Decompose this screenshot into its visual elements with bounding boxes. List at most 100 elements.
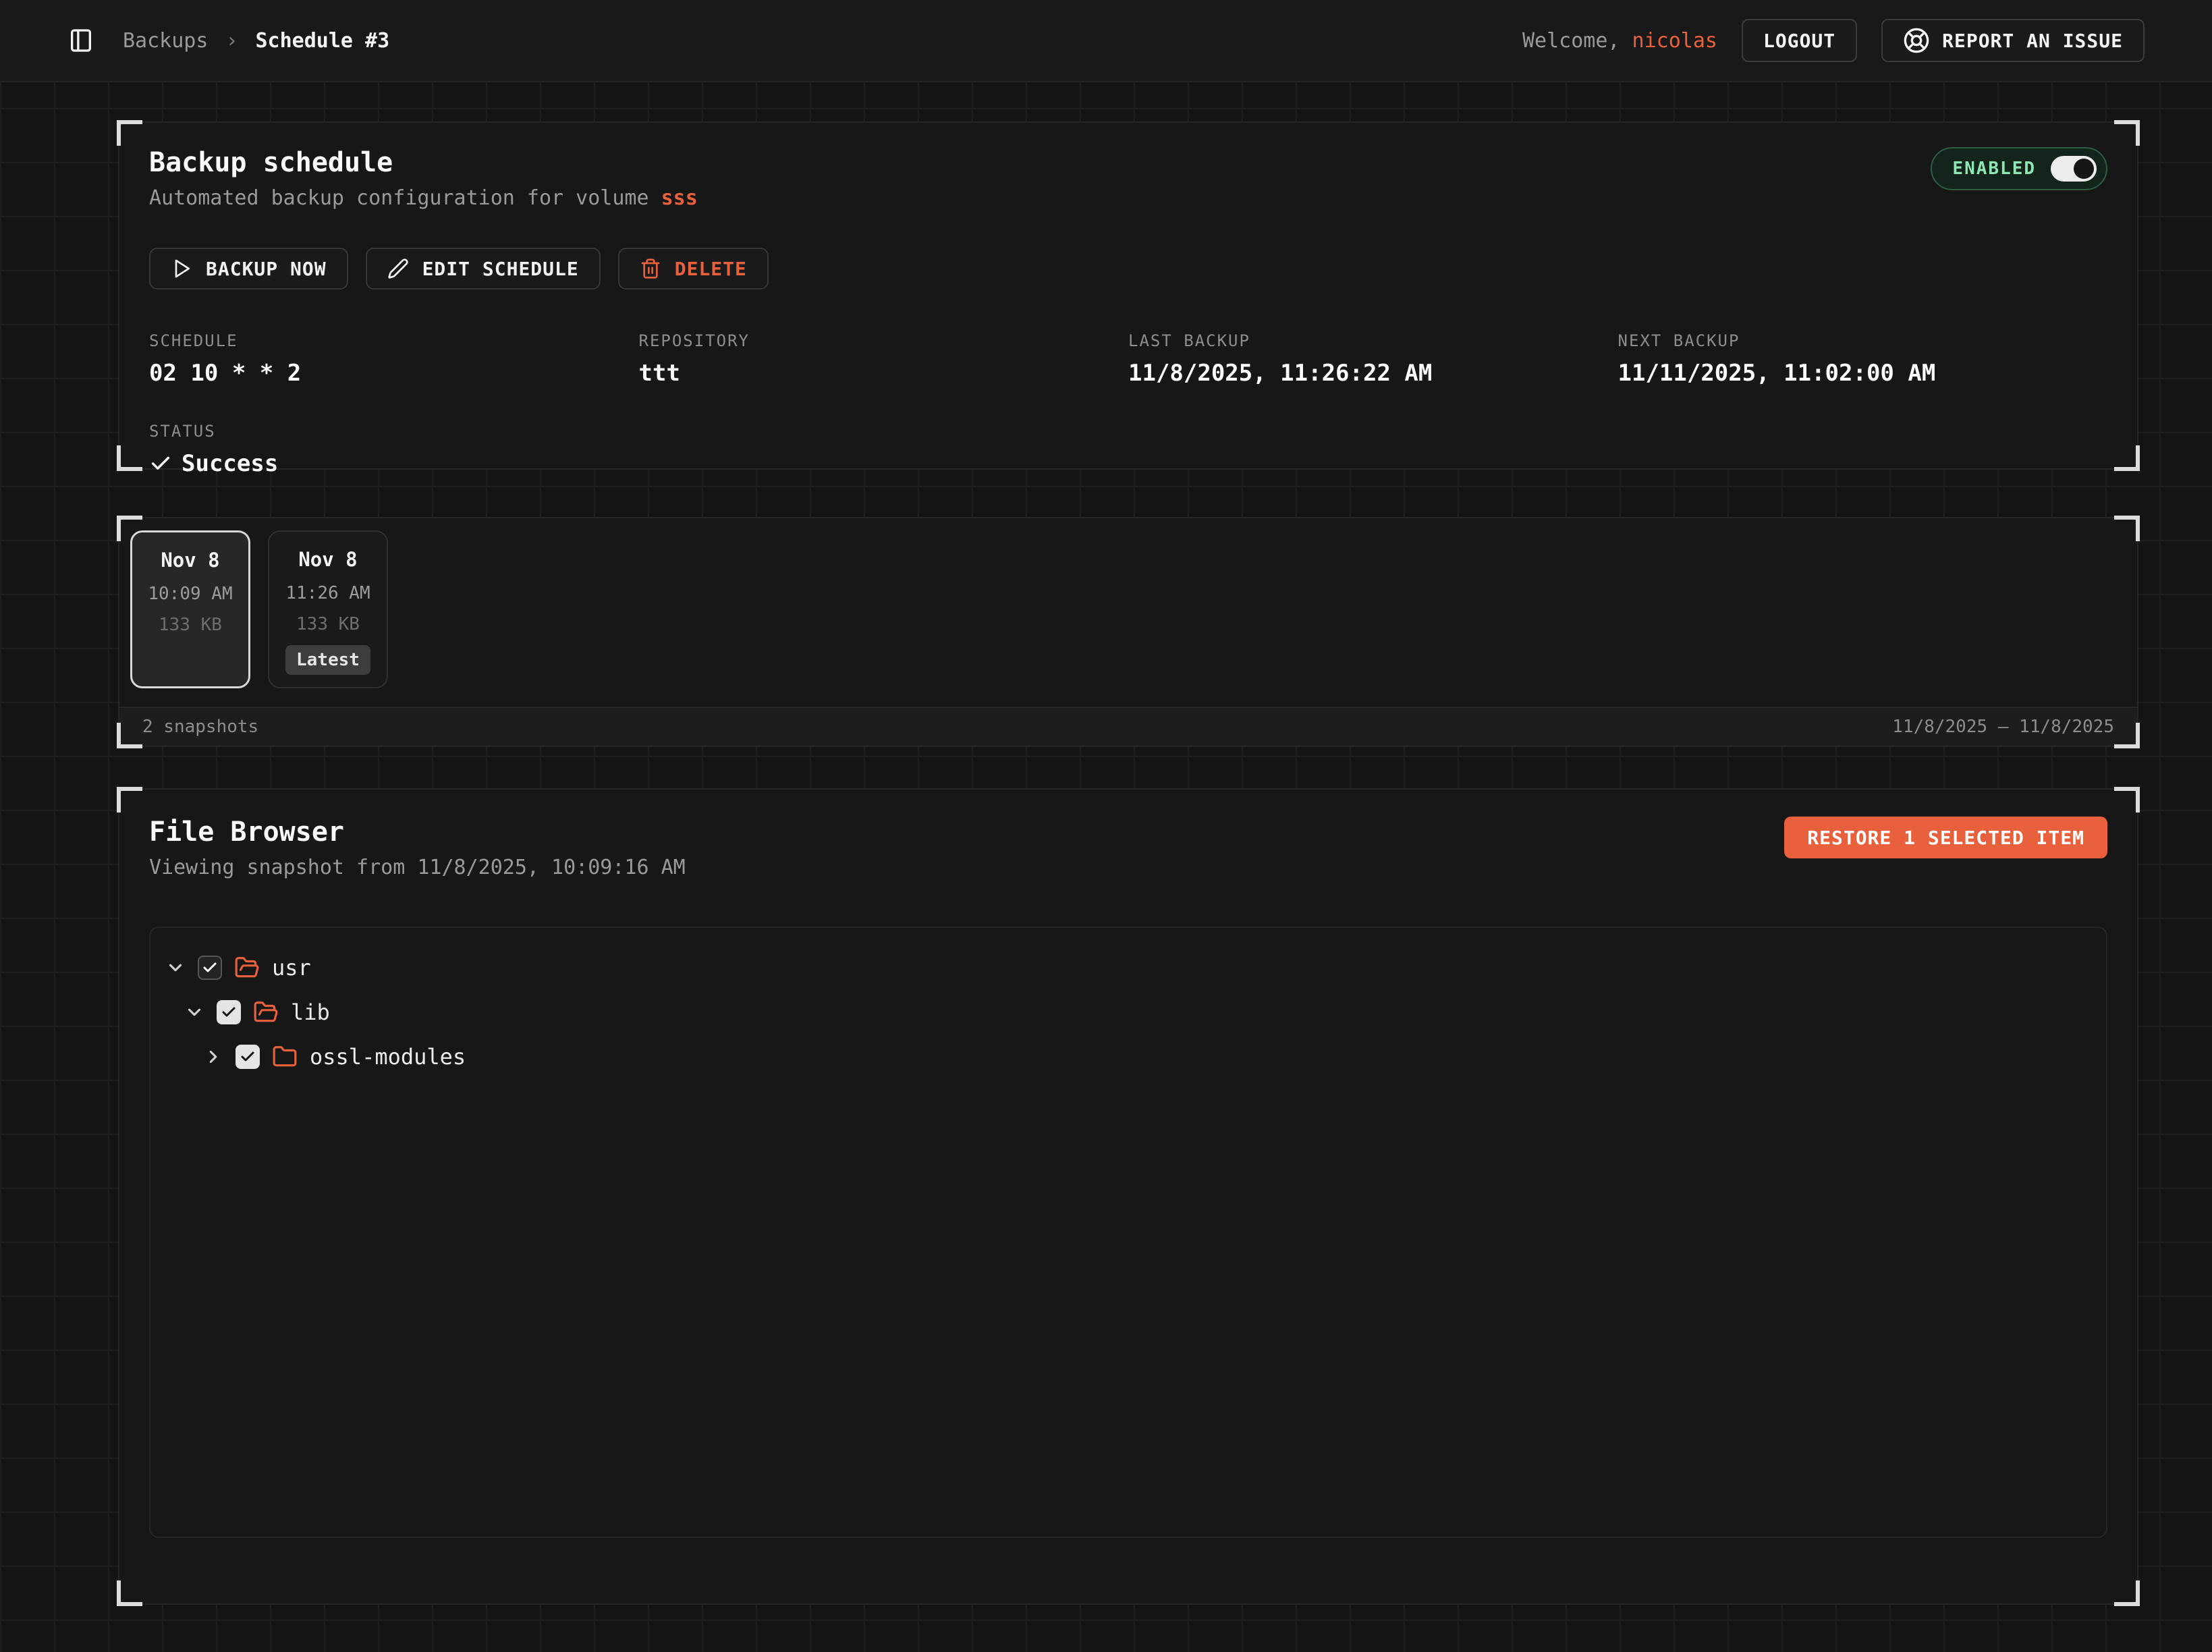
chevron-down-icon[interactable] xyxy=(165,958,186,978)
corner-bracket xyxy=(2114,1580,2140,1606)
snapshot-time: 11:26 AM xyxy=(269,583,387,603)
username: nicolas xyxy=(1632,29,1717,53)
panel-title: Backup schedule xyxy=(149,147,2107,178)
snapshot-range: 11/8/2025 – 11/8/2025 xyxy=(1892,717,2114,737)
edit-schedule-button[interactable]: EDIT SCHEDULE xyxy=(366,248,601,290)
report-issue-button[interactable]: REPORT AN ISSUE xyxy=(1881,19,2145,62)
corner-bracket xyxy=(2114,723,2140,748)
tree-row-ossl-modules: ossl-modules xyxy=(165,1035,2091,1079)
chevron-right-icon[interactable] xyxy=(203,1047,223,1067)
checkbox-ossl-modules[interactable] xyxy=(236,1045,260,1069)
snapshot-date: Nov 8 xyxy=(269,548,387,571)
field-next-backup: NEXT BACKUP 11/11/2025, 11:02:00 AM xyxy=(1618,331,2108,387)
pencil-icon xyxy=(387,258,409,279)
field-label: STATUS xyxy=(149,422,639,441)
tree-label[interactable]: lib xyxy=(291,999,330,1025)
snapshot-size: 133 KB xyxy=(269,614,387,634)
breadcrumb-backups[interactable]: Backups xyxy=(123,29,208,53)
panel-subtitle: Automated backup configuration for volum… xyxy=(149,186,2107,210)
field-value: 02 10 * * 2 xyxy=(149,360,639,387)
tree-label[interactable]: usr xyxy=(272,955,311,981)
schedule-fields: SCHEDULE 02 10 * * 2 REPOSITORY ttt LAST… xyxy=(149,331,2107,477)
field-value: 11/8/2025, 11:26:22 AM xyxy=(1128,360,1618,387)
corner-bracket xyxy=(117,445,142,471)
logout-label: LOGOUT xyxy=(1763,30,1835,52)
top-bar: Backups › Schedule #3 Welcome, nicolas L… xyxy=(0,0,2212,82)
latest-badge: Latest xyxy=(285,645,370,675)
file-browser-title: File Browser xyxy=(149,817,686,848)
file-tree: usr lib ossl-modules xyxy=(149,927,2107,1538)
status-text: Success xyxy=(182,450,278,477)
field-label: SCHEDULE xyxy=(149,331,639,350)
sidebar-toggle-button[interactable] xyxy=(67,27,94,54)
snapshot-size: 133 KB xyxy=(132,615,248,635)
snapshot-cards: Nov 8 10:09 AM 133 KB Nov 8 11:26 AM 133… xyxy=(130,530,2126,688)
delete-button[interactable]: DELETE xyxy=(618,248,769,290)
report-issue-label: REPORT AN ISSUE xyxy=(1942,30,2123,52)
corner-bracket xyxy=(117,120,142,146)
breadcrumb-current: Schedule #3 xyxy=(256,29,390,53)
folder-open-icon xyxy=(234,955,260,981)
tree-row-usr: usr xyxy=(165,945,2091,990)
toggle-knob xyxy=(2074,159,2094,179)
restore-button[interactable]: RESTORE 1 SELECTED ITEM xyxy=(1784,817,2107,858)
corner-bracket xyxy=(2114,516,2140,541)
corner-bracket xyxy=(117,723,142,748)
corner-bracket xyxy=(117,1580,142,1606)
field-value: ttt xyxy=(639,360,1129,387)
folder-closed-icon xyxy=(272,1044,298,1070)
enabled-label: ENABLED xyxy=(1952,159,2036,179)
field-repository: REPOSITORY ttt xyxy=(639,331,1129,387)
subtitle-prefix: Automated backup configuration for volum… xyxy=(149,186,661,210)
checkbox-lib[interactable] xyxy=(217,1000,241,1024)
field-label: REPOSITORY xyxy=(639,331,1129,350)
life-buoy-icon xyxy=(1903,27,1930,54)
field-label: NEXT BACKUP xyxy=(1618,331,2108,350)
backup-schedule-panel: Backup schedule Automated backup configu… xyxy=(118,121,2138,470)
breadcrumb-chevron-icon: › xyxy=(225,29,238,53)
check-icon xyxy=(149,452,172,475)
restore-label: RESTORE 1 SELECTED ITEM xyxy=(1807,827,2084,849)
schedule-actions: BACKUP NOW EDIT SCHEDULE DELETE xyxy=(149,248,2107,290)
corner-bracket xyxy=(2114,787,2140,813)
chevron-down-icon[interactable] xyxy=(184,1002,204,1022)
file-browser-subtitle: Viewing snapshot from 11/8/2025, 10:09:1… xyxy=(149,856,686,879)
file-browser-header: File Browser Viewing snapshot from 11/8/… xyxy=(149,817,2107,879)
play-icon xyxy=(171,258,192,279)
snapshot-date: Nov 8 xyxy=(132,549,248,572)
trash-icon xyxy=(640,258,661,279)
field-last-backup: LAST BACKUP 11/8/2025, 11:26:22 AM xyxy=(1128,331,1618,387)
corner-bracket xyxy=(2114,445,2140,471)
file-browser-titles: File Browser Viewing snapshot from 11/8/… xyxy=(149,817,686,879)
file-browser-panel: File Browser Viewing snapshot from 11/8/… xyxy=(118,788,2138,1605)
enabled-toggle[interactable] xyxy=(2051,156,2097,182)
status-value: Success xyxy=(149,450,639,477)
checkbox-usr[interactable] xyxy=(198,956,222,980)
snapshot-card-selected[interactable]: Nov 8 10:09 AM 133 KB xyxy=(130,530,250,688)
enabled-pill: ENABLED xyxy=(1931,147,2107,190)
volume-name: sss xyxy=(661,186,698,210)
snapshot-count: 2 snapshots xyxy=(142,717,258,737)
breadcrumb: Backups › Schedule #3 xyxy=(123,29,389,53)
top-bar-right: Welcome, nicolas LOGOUT REPORT AN ISSUE xyxy=(1522,19,2145,62)
field-status: STATUS Success xyxy=(149,422,639,477)
field-schedule: SCHEDULE 02 10 * * 2 xyxy=(149,331,639,387)
backup-now-label: BACKUP NOW xyxy=(206,258,327,280)
top-bar-left: Backups › Schedule #3 xyxy=(67,27,389,54)
snapshots-footer: 2 snapshots 11/8/2025 – 11/8/2025 xyxy=(119,707,2137,746)
corner-bracket xyxy=(2114,120,2140,146)
corner-bracket xyxy=(117,787,142,813)
snapshot-card-latest[interactable]: Nov 8 11:26 AM 133 KB Latest xyxy=(268,530,388,688)
delete-label: DELETE xyxy=(675,258,747,280)
logout-button[interactable]: LOGOUT xyxy=(1742,19,1857,62)
corner-bracket xyxy=(117,516,142,541)
welcome-text: Welcome, nicolas xyxy=(1522,29,1717,53)
field-value: 11/11/2025, 11:02:00 AM xyxy=(1618,360,2108,387)
tree-label[interactable]: ossl-modules xyxy=(310,1044,466,1070)
edit-schedule-label: EDIT SCHEDULE xyxy=(422,258,579,280)
snapshot-time: 10:09 AM xyxy=(132,584,248,604)
sidebar-panel-icon xyxy=(67,27,94,54)
welcome-prefix: Welcome, xyxy=(1522,29,1632,53)
folder-open-icon xyxy=(253,999,279,1025)
backup-now-button[interactable]: BACKUP NOW xyxy=(149,248,348,290)
